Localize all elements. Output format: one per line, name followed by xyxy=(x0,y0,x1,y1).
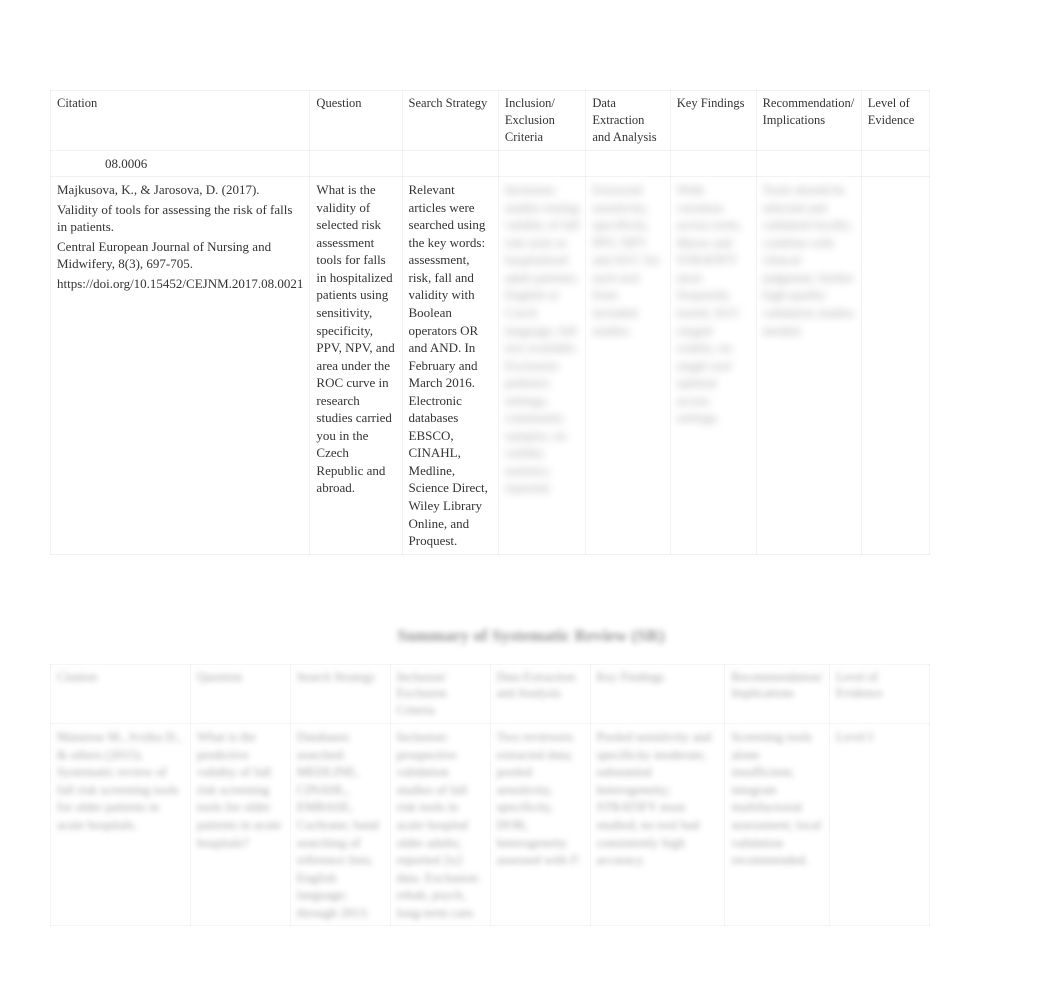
table1-header-row: Citation Question Search Strategy Inclus… xyxy=(51,91,930,151)
cell2-citation: Matarese M., Ivziku D., & others (2015).… xyxy=(51,724,191,926)
th2-data: Data Extraction and Analysis xyxy=(490,664,590,724)
th2-search: Search Strategy xyxy=(290,664,390,724)
evidence-table-2: Citation Question Search Strategy Inclus… xyxy=(50,664,930,927)
th-citation: Citation xyxy=(51,91,310,151)
th-findings: Key Findings xyxy=(670,91,756,151)
cell2-data: Two reviewers extracted data; pooled sen… xyxy=(490,724,590,926)
evidence-table-1: Citation Question Search Strategy Inclus… xyxy=(50,90,930,555)
section-title-sr: Summary of Systematic Review (SR) xyxy=(50,625,1012,648)
cell-data: Extracted sensitivity, specificity, PPV,… xyxy=(586,177,670,554)
cell2-question: What is the predictive validity of fall … xyxy=(190,724,290,926)
cell-inclusion: Inclusion: studies testing validity of f… xyxy=(498,177,585,554)
cell-findings: Wide variation across tools; Morse and S… xyxy=(670,177,756,554)
cell-rec: Tools should be selected and validated l… xyxy=(756,177,861,554)
th2-rec: Recommendation/ Implications xyxy=(725,664,830,724)
citation-doi: https://doi.org/10.15452/CEJNM.2017.08.0… xyxy=(57,275,303,293)
th-rec: Recommendation/ Implications xyxy=(756,91,861,151)
th2-level: Level of Evidence xyxy=(830,664,930,724)
citation-author: Majkusova, K., & Jarosova, D. (2017). xyxy=(57,181,303,199)
table1-main-row: Majkusova, K., & Jarosova, D. (2017). Va… xyxy=(51,177,930,554)
table2-row: Matarese M., Ivziku D., & others (2015).… xyxy=(51,724,930,926)
cell-search: Relevant articles were searched using th… xyxy=(402,177,498,554)
th2-question: Question xyxy=(190,664,290,724)
citation-journal: Central European Journal of Nursing and … xyxy=(57,238,303,273)
table2-header-row: Citation Question Search Strategy Inclus… xyxy=(51,664,930,724)
th-data: Data Extraction and Analysis xyxy=(586,91,670,151)
document-page: Citation Question Search Strategy Inclus… xyxy=(0,0,1062,996)
table1-partial-row: 08.0006 xyxy=(51,150,930,177)
th-search: Search Strategy xyxy=(402,91,498,151)
partial-doi-fragment: 08.0006 xyxy=(57,155,303,173)
cell2-level: Level I xyxy=(830,724,930,926)
citation-title: Validity of tools for assessing the risk… xyxy=(57,201,303,236)
cell2-inclusion: Inclusion: prospective validation studie… xyxy=(390,724,490,926)
cell2-search: Databases searched: MEDLINE, CINAHL, EMB… xyxy=(290,724,390,926)
cell-level xyxy=(861,177,929,554)
th-question: Question xyxy=(310,91,402,151)
th-inclusion: Inclusion/ Exclusion Criteria xyxy=(498,91,585,151)
cell-question: What is the validity of selected risk as… xyxy=(310,177,402,554)
cell2-rec: Screening tools alone insufficient; inte… xyxy=(725,724,830,926)
th-level: Level of Evidence xyxy=(861,91,929,151)
cell2-findings: Pooled sensitivity and specificity moder… xyxy=(590,724,725,926)
th2-findings: Key Findings xyxy=(590,664,725,724)
th2-inclusion: Inclusion/ Exclusion Criteria xyxy=(390,664,490,724)
th2-citation: Citation xyxy=(51,664,191,724)
